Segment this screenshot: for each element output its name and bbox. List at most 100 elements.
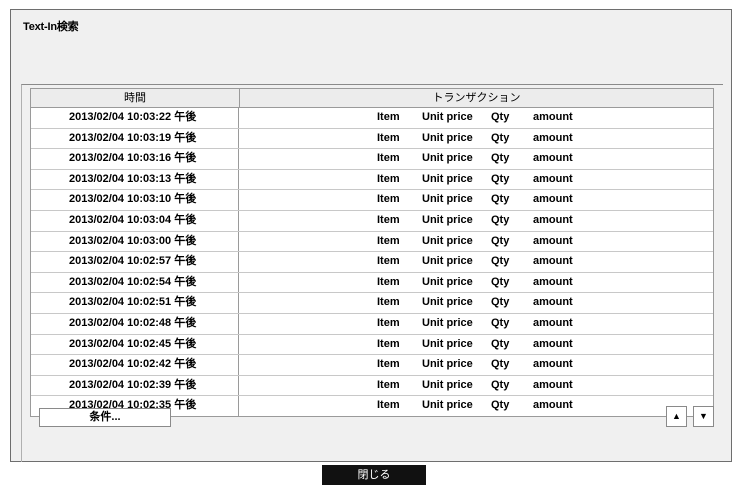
cell-qty: Qty — [491, 399, 510, 412]
cell-unit-price: Unit price — [422, 378, 473, 391]
cell-unit-price: Unit price — [422, 316, 473, 329]
column-header-time[interactable]: 時間 — [31, 89, 240, 107]
table-row[interactable]: 2013/02/04 10:03:16 午後 Item Unit price Qty a… — [31, 149, 713, 170]
dialog-title: Text-In検索 — [23, 21, 79, 33]
cell-transaction: Item Unit price Qty amount — [239, 376, 713, 396]
table-body: 2013/02/04 10:03:22 午後 Item Unit price Qty a… — [31, 108, 713, 416]
cell-unit-price: Unit price — [422, 172, 473, 185]
cell-unit-price: Unit price — [422, 255, 473, 268]
table-row[interactable]: 2013/02/04 10:02:51 午後 Item Unit price Qty a… — [31, 293, 713, 314]
cell-qty: Qty — [491, 234, 510, 247]
cell-qty: Qty — [491, 296, 510, 309]
cell-item: Item — [377, 296, 400, 309]
cell-unit-price: Unit price — [422, 275, 473, 288]
cell-unit-price: Unit price — [422, 193, 473, 206]
cell-unit-price: Unit price — [422, 296, 473, 309]
cell-unit-price: Unit price — [422, 234, 473, 247]
cell-time: 2013/02/04 10:03:13 午後 — [31, 169, 239, 190]
cell-qty: Qty — [491, 111, 510, 123]
cell-qty: Qty — [491, 358, 510, 371]
cell-qty: Qty — [491, 131, 510, 144]
table-row[interactable]: 2013/02/04 10:03:04 午後 Item Unit price Qty a… — [31, 210, 713, 232]
cell-amount: amount — [533, 296, 573, 309]
cell-transaction: Item Unit price Qty amount — [239, 211, 713, 231]
cell-time: 2013/02/04 10:02:42 午後 — [31, 355, 239, 375]
table-row[interactable]: 2013/02/04 10:03:13 午後 Item Unit price Qty a… — [31, 169, 713, 191]
cell-item: Item — [377, 172, 400, 185]
cell-amount: amount — [533, 358, 573, 371]
cell-amount: amount — [533, 337, 573, 350]
cell-item: Item — [377, 234, 400, 247]
cell-item: Item — [377, 275, 400, 288]
table-row[interactable]: 2013/02/04 10:02:48 午後 Item Unit price Qty a… — [31, 313, 713, 335]
cell-unit-price: Unit price — [422, 131, 473, 144]
cell-amount: amount — [533, 234, 573, 247]
cell-amount: amount — [533, 172, 573, 185]
cell-transaction: Item Unit price Qty amount — [239, 355, 713, 375]
table-row[interactable]: 2013/02/04 10:02:39 午後 Item Unit price Qty a… — [31, 375, 713, 397]
table-row[interactable]: 2013/02/04 10:02:45 午後 Item Unit price Qty a… — [31, 334, 713, 356]
table-row[interactable]: 2013/02/04 10:03:00 午後 Item Unit price Qty a… — [31, 231, 713, 253]
cell-item: Item — [377, 255, 400, 268]
cell-amount: amount — [533, 255, 573, 268]
table-row[interactable]: 2013/02/04 10:02:42 午後 Item Unit price Qty a… — [31, 355, 713, 376]
cell-time: 2013/02/04 10:02:57 午後 — [31, 252, 239, 272]
cell-time: 2013/02/04 10:03:22 午後 — [31, 108, 239, 128]
cell-qty: Qty — [491, 193, 510, 206]
cell-amount: amount — [533, 193, 573, 206]
cell-item: Item — [377, 378, 400, 391]
triangle-up-icon: ▲ — [672, 411, 681, 421]
cell-unit-price: Unit price — [422, 337, 473, 350]
cell-time: 2013/02/04 10:03:16 午後 — [31, 149, 239, 169]
cell-amount: amount — [533, 111, 573, 123]
cell-transaction: Item Unit price Qty amount — [239, 293, 713, 313]
cell-time: 2013/02/04 10:03:10 午後 — [31, 190, 239, 210]
triangle-down-icon: ▼ — [699, 411, 708, 421]
table-row[interactable]: 2013/02/04 10:03:22 午後 Item Unit price Qty a… — [31, 108, 713, 129]
results-table: 時間 トランザクション 2013/02/04 10:03:22 午後 Item Un… — [30, 88, 714, 417]
cell-transaction: Item Unit price Qty amount — [239, 252, 713, 272]
cell-transaction: Item Unit price Qty amount — [239, 273, 713, 293]
cell-amount: amount — [533, 131, 573, 144]
cell-transaction: Item Unit price Qty amount — [239, 129, 713, 149]
cell-item: Item — [377, 337, 400, 350]
cell-transaction: Item Unit price Qty amount — [239, 335, 713, 355]
cell-qty: Qty — [491, 275, 510, 288]
cell-qty: Qty — [491, 213, 510, 226]
cell-item: Item — [377, 131, 400, 144]
cell-time: 2013/02/04 10:02:54 午後 — [31, 272, 239, 293]
cell-amount: amount — [533, 213, 573, 226]
cell-unit-price: Unit price — [422, 111, 473, 123]
column-header-transaction[interactable]: トランザクション — [240, 89, 713, 107]
table-header: 時間 トランザクション — [31, 89, 713, 108]
cell-amount: amount — [533, 378, 573, 391]
cell-qty: Qty — [491, 316, 510, 329]
cell-time: 2013/02/04 10:03:04 午後 — [31, 210, 239, 231]
cell-item: Item — [377, 316, 400, 329]
scroll-up-button[interactable]: ▲ — [666, 406, 687, 427]
cell-item: Item — [377, 358, 400, 371]
cell-unit-price: Unit price — [422, 213, 473, 226]
cell-time: 2013/02/04 10:02:48 午後 — [31, 313, 239, 334]
cell-transaction: Item Unit price Qty amount — [239, 314, 713, 334]
cell-qty: Qty — [491, 152, 510, 165]
table-row[interactable]: 2013/02/04 10:03:10 午後 Item Unit price Qty a… — [31, 190, 713, 211]
scroll-down-button[interactable]: ▼ — [693, 406, 714, 427]
cell-transaction: Item Unit price Qty amount — [239, 396, 713, 416]
cell-qty: Qty — [491, 172, 510, 185]
table-row[interactable]: 2013/02/04 10:03:19 午後 Item Unit price Qty a… — [31, 128, 713, 150]
cell-item: Item — [377, 193, 400, 206]
table-row[interactable]: 2013/02/04 10:02:54 午後 Item Unit price Qty a… — [31, 272, 713, 294]
cell-transaction: Item Unit price Qty amount — [239, 170, 713, 190]
close-button[interactable]: 閉じる — [322, 465, 426, 485]
cell-time: 2013/02/04 10:02:45 午後 — [31, 334, 239, 355]
cell-transaction: Item Unit price Qty amount — [239, 108, 713, 128]
cell-amount: amount — [533, 275, 573, 288]
cell-item: Item — [377, 399, 400, 412]
cell-transaction: Item Unit price Qty amount — [239, 149, 713, 169]
cell-transaction: Item Unit price Qty amount — [239, 232, 713, 252]
condition-button[interactable]: 条件... — [39, 408, 171, 427]
cell-qty: Qty — [491, 378, 510, 391]
table-row[interactable]: 2013/02/04 10:02:57 午後 Item Unit price Qty a… — [31, 252, 713, 273]
cell-unit-price: Unit price — [422, 358, 473, 371]
